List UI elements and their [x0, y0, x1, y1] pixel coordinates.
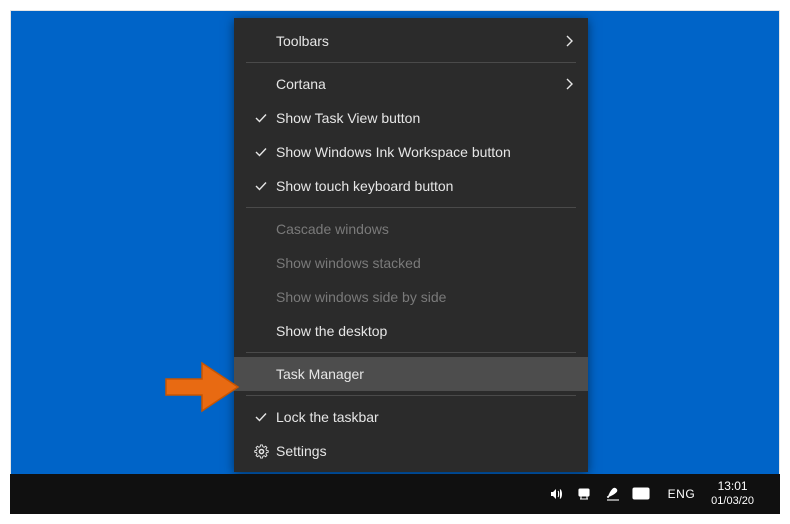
menu-separator [246, 352, 576, 353]
menu-item-show-ink-workspace[interactable]: Show Windows Ink Workspace button [234, 135, 588, 169]
volume-icon[interactable] [548, 485, 566, 503]
menu-item-label: Lock the taskbar [276, 409, 574, 425]
menu-item-show-desktop[interactable]: Show the desktop [234, 314, 588, 348]
menu-item-label: Cortana [276, 76, 560, 92]
menu-item-lock-taskbar[interactable]: Lock the taskbar [234, 400, 588, 434]
network-icon[interactable] [576, 485, 594, 503]
desktop-background: Toolbars Cortana Show Task View button [10, 10, 780, 514]
menu-item-show-task-view[interactable]: Show Task View button [234, 101, 588, 135]
gear-icon [246, 444, 276, 459]
chevron-right-icon [560, 78, 574, 90]
menu-item-label: Task Manager [276, 366, 574, 382]
taskbar[interactable]: ENG 13:01 01/03/20 [10, 474, 780, 514]
language-indicator[interactable]: ENG [658, 487, 706, 501]
menu-item-cortana[interactable]: Cortana [234, 67, 588, 101]
check-icon [246, 410, 276, 424]
menu-item-label: Show touch keyboard button [276, 178, 574, 194]
menu-item-show-touch-keyboard[interactable]: Show touch keyboard button [234, 169, 588, 203]
menu-item-settings[interactable]: Settings [234, 434, 588, 468]
clock-time: 13:01 [711, 479, 754, 494]
check-icon [246, 111, 276, 125]
taskbar-context-menu: Toolbars Cortana Show Task View button [234, 18, 588, 472]
menu-item-label: Settings [276, 443, 574, 459]
menu-item-label: Show the desktop [276, 323, 574, 339]
menu-separator [246, 207, 576, 208]
show-desktop-button[interactable] [766, 474, 780, 514]
menu-item-label: Toolbars [276, 33, 560, 49]
menu-item-cascade-windows: Cascade windows [234, 212, 588, 246]
clock-date: 01/03/20 [711, 494, 754, 509]
menu-separator [246, 62, 576, 63]
menu-item-label: Cascade windows [276, 221, 574, 237]
menu-item-windows-stacked: Show windows stacked [234, 246, 588, 280]
check-icon [246, 145, 276, 159]
clock[interactable]: 13:01 01/03/20 [705, 479, 766, 509]
menu-separator [246, 395, 576, 396]
pointer-arrow-annotation [160, 357, 240, 421]
menu-item-label: Show windows side by side [276, 289, 574, 305]
menu-item-label: Show Task View button [276, 110, 574, 126]
menu-item-label: Show Windows Ink Workspace button [276, 144, 574, 160]
check-icon [246, 179, 276, 193]
menu-item-toolbars[interactable]: Toolbars [234, 24, 588, 58]
menu-item-task-manager[interactable]: Task Manager [234, 357, 588, 391]
touch-keyboard-icon[interactable] [632, 485, 650, 503]
system-tray: ENG 13:01 01/03/20 [540, 474, 780, 514]
menu-item-label: Show windows stacked [276, 255, 574, 271]
chevron-right-icon [560, 35, 574, 47]
ink-workspace-icon[interactable] [604, 485, 622, 503]
menu-item-windows-side-by-side: Show windows side by side [234, 280, 588, 314]
tray-icons-group [540, 485, 658, 503]
